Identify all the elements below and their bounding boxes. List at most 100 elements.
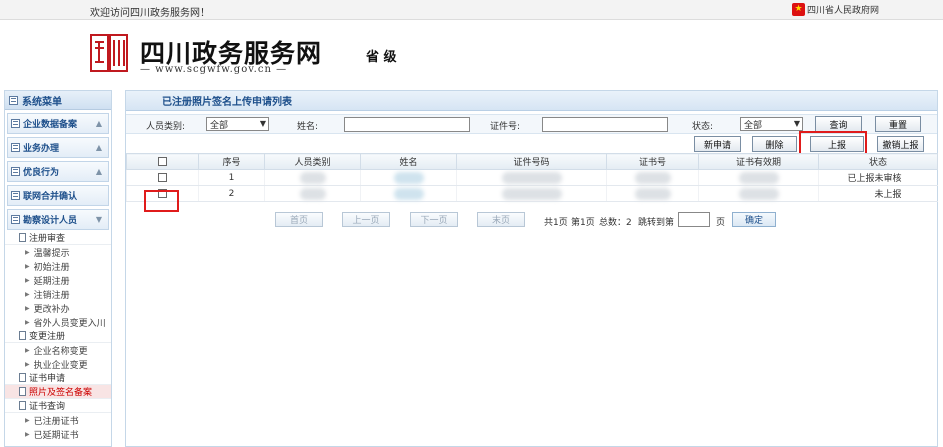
person-type-select[interactable]: 全部 ▼ [206,117,269,131]
item-label: 已延期证书 [33,430,79,441]
redacted-cell [360,169,457,186]
jump-confirm-button[interactable]: 确定 [732,212,776,227]
sidebar-item-extension-registration[interactable]: ▶ 延期注册 [5,273,111,287]
menu-icon [9,95,18,105]
chevron-down-icon: ▼ [793,119,800,128]
total-count: 总数：2 [599,218,632,228]
total-pages: 共1页 [544,218,568,228]
section-icon [11,191,20,200]
section-label: 企业数据备案 [23,120,78,130]
sidebar-group-change-registration[interactable]: 变更注册 [5,329,111,343]
redacted-value [501,187,562,200]
document-icon [19,373,26,382]
redacted-value [738,171,779,184]
last-page-button[interactable]: 末页 [477,212,525,227]
sidebar: 系统菜单 企业数据备案 ▲ 业务办理 ▲ 优良行为 ▲ 联网合并确认 勘察设计人… [4,90,112,447]
page-number-input[interactable] [678,212,710,227]
delete-button[interactable]: 删除 [752,136,797,152]
column-header: 证书有效期 [698,153,819,170]
section-label: 优良行为 [23,168,60,178]
new-apply-button[interactable]: 新申请 [694,136,741,152]
section-icon [11,215,20,224]
sidebar-item-registered-certificates[interactable]: ▶ 已注册证书 [5,413,111,427]
sidebar-item-company-name-change[interactable]: ▶ 企业名称变更 [5,343,111,357]
status-value: 全部 [744,120,763,131]
item-label: 企业名称变更 [33,346,88,357]
document-icon [19,387,26,396]
sidebar-section-good-conduct[interactable]: 优良行为 ▲ [7,161,109,182]
select-all-cell[interactable] [126,153,199,170]
prev-page-button[interactable]: 上一页 [342,212,390,227]
sidebar-group-registration-review[interactable]: 注册审查 [5,231,111,245]
select-all-checkbox[interactable] [158,156,167,166]
row-select-cell[interactable] [126,169,199,186]
group-label: 照片及签名备案 [29,388,93,398]
person-type-value: 全部 [210,120,229,131]
sidebar-item-tips[interactable]: ▶ 温馨提示 [5,245,111,259]
level-label: 省 级 [366,50,397,65]
sidebar-header: 系统菜单 [5,91,111,110]
query-button[interactable]: 查询 [815,116,862,132]
cert-no-input[interactable] [542,117,668,132]
sidebar-item-change-reissue[interactable]: ▶ 更改补办 [5,301,111,315]
redacted-value [634,187,671,200]
sidebar-group-photo-signature-filing[interactable]: 照片及签名备案 [5,385,111,399]
sidebar-group-certificate-query[interactable]: 证书查询 [5,399,111,413]
gov-website-link[interactable]: ★ 四川省人民政府网 [792,3,879,16]
main-panel: 已注册照片签名上传申请列表 人员类别: 全部 ▼ 姓名: 证件号: 状态: 全部… [125,90,938,447]
column-header: 证件号码 [456,153,607,170]
row-checkbox[interactable] [158,172,167,182]
first-page-button[interactable]: 首页 [275,212,323,227]
column-header: 姓名 [360,153,457,170]
redacted-cell [698,169,819,186]
table-row[interactable]: 2 未上报 [126,185,938,202]
sidebar-group-certificate-application[interactable]: 证书申请 [5,371,111,385]
table-header-row: 序号 人员类别 姓名 证件号码 证书号 证书有效期 状态 [126,153,938,170]
redacted-value [393,171,424,184]
next-page-button[interactable]: 下一页 [410,212,458,227]
sidebar-tree: 注册审查 ▶ 温馨提示 ▶ 初始注册 ▶ 延期注册 ▶ 注销注册 ▶ 更改补办 ▶ 省外人员… [5,231,111,441]
sidebar-item-extended-certificates[interactable]: ▶ 已延期证书 [5,427,111,441]
current-page: 第1页 [571,218,595,228]
sidebar-item-initial-registration[interactable]: ▶ 初始注册 [5,259,111,273]
item-label: 已注册证书 [33,416,79,427]
reset-button[interactable]: 重置 [875,116,921,132]
triangle-right-icon: ▶ [25,276,30,284]
group-label: 证书申请 [29,374,66,384]
pagination: 首页 上一页 下一页 末页 共1页 第1页 总数：2 跳转到第 页 确定 [126,211,937,229]
triangle-right-icon: ▶ [25,304,30,312]
section-label: 业务办理 [23,144,60,154]
sidebar-section-business[interactable]: 业务办理 ▲ [7,137,109,158]
redacted-cell [360,185,457,202]
triangle-right-icon: ▶ [25,290,30,298]
jump-to-label: 跳转到第 [638,218,675,228]
item-label: 更改补办 [33,304,70,315]
chevron-down-icon: ▼ [95,215,102,224]
sidebar-section-survey-design-staff[interactable]: 勘察设计人员 ▼ [7,209,109,230]
sidebar-section-enterprise-filing[interactable]: 企业数据备案 ▲ [7,113,109,134]
welcome-text: 欢迎访问四川政务服务网！ [90,8,210,19]
redacted-value [393,187,424,200]
triangle-right-icon: ▶ [25,248,30,256]
name-label: 姓名: [297,122,319,132]
page-unit-label: 页 [716,218,726,228]
sidebar-title: 系统菜单 [22,96,62,108]
panel-title: 已注册照片签名上传申请列表 [126,91,937,111]
table-row[interactable]: 1 已上报未审核 [126,169,938,186]
row-status: 已上报未审核 [818,169,938,186]
sidebar-section-network-merge[interactable]: 联网合并确认 [7,185,109,206]
redacted-cell [698,185,819,202]
cancel-submit-button[interactable]: 撤销上报 [877,136,924,152]
sidebar-item-transfer-into-sichuan[interactable]: ▶ 省外人员变更入川 [5,315,111,329]
site-url: — www.scgwfw.gov.cn — [140,64,288,75]
site-header: 四川政务服务网 — www.scgwfw.gov.cn — 省 级 [0,20,943,88]
chevron-up-icon: ▲ [95,119,102,128]
triangle-right-icon: ▶ [25,430,30,438]
status-select[interactable]: 全部 ▼ [740,117,803,131]
sidebar-item-cancel-registration[interactable]: ▶ 注销注册 [5,287,111,301]
name-input[interactable] [344,117,470,132]
section-label: 勘察设计人员 [23,216,78,226]
sidebar-item-practice-company-change[interactable]: ▶ 执业企业变更 [5,357,111,371]
column-header: 状态 [818,153,938,170]
triangle-right-icon: ▶ [25,416,30,424]
